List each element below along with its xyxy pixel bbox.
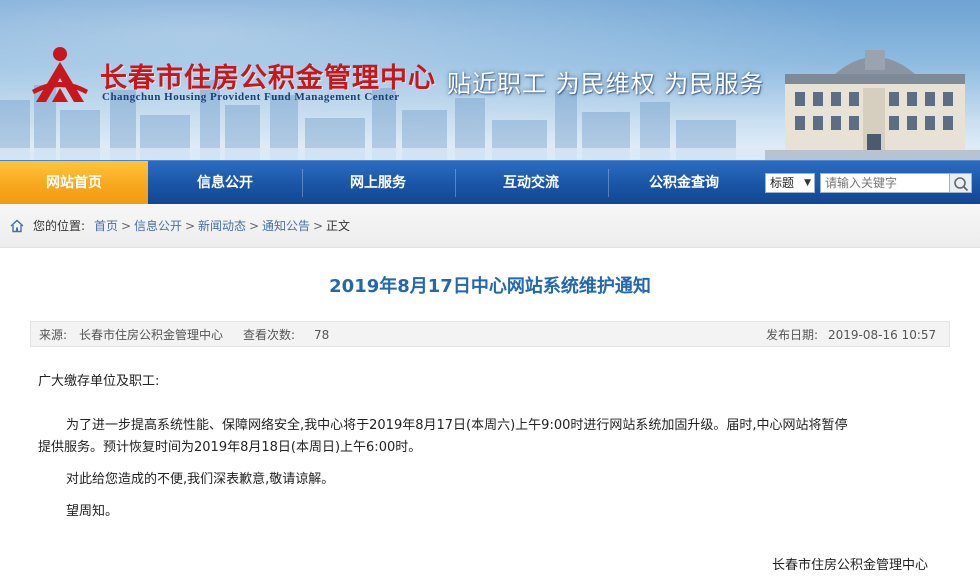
chevron-down-icon: ▼: [804, 178, 811, 188]
source-value: 长春市住房公积金管理中心: [79, 328, 224, 342]
paragraph-1-line-1: 为了进一步提高系统性能、保障网络安全,我中心将于2019年8月17日(本周六)上…: [66, 418, 848, 433]
site-banner: 长春市住房公积金管理中心 Changchun Housing Provident…: [0, 0, 980, 160]
views-count: 78: [314, 328, 330, 342]
breadcrumb-current: 正文: [326, 219, 351, 233]
salutation: 广大缴存单位及职工:: [38, 374, 160, 389]
nav-item-info-disclosure[interactable]: 信息公开: [150, 161, 300, 205]
site-slogan: 贴近职工 为民维权 为民服务: [447, 70, 765, 98]
breadcrumb-link-notices[interactable]: 通知公告: [262, 204, 310, 248]
publish-date-label: 发布日期:: [766, 328, 819, 342]
paragraph-2: 对此给您造成的不便,我们深表歉意,敬请谅解。: [66, 472, 335, 487]
article-title: 2019年8月17日中心网站系统维护通知: [329, 276, 651, 297]
article-meta-bar: 来源: 长春市住房公积金管理中心 查看次数: 78 发布日期: 2019-08-…: [30, 321, 950, 347]
breadcrumb-separator: >: [313, 219, 324, 233]
site-subtitle: Changchun Housing Provident Fund Managem…: [102, 91, 400, 103]
search-scope-value: 标题: [770, 176, 795, 190]
views-label: 查看次数:: [243, 328, 296, 342]
site-title: 长春市住房公积金管理中心: [100, 63, 436, 94]
source-label: 来源:: [39, 328, 68, 342]
paragraph-3: 望周知。: [66, 504, 119, 519]
breadcrumb-link-home[interactable]: 首页: [94, 204, 118, 248]
search-scope-select[interactable]: 标题 ▼: [765, 173, 815, 193]
breadcrumb-link-news[interactable]: 新闻动态: [198, 204, 246, 248]
publish-date-value: 2019-08-16 10:57: [828, 328, 937, 342]
home-icon: [10, 219, 24, 233]
article-signature: 长春市住房公积金管理中心: [772, 558, 929, 573]
nav-item-online-services[interactable]: 网上服务: [303, 161, 453, 205]
nav-item-fund-query[interactable]: 公积金查询: [609, 161, 759, 205]
search-input[interactable]: 请输入关键字: [820, 173, 950, 193]
search-button[interactable]: [950, 173, 972, 193]
breadcrumb-link-info-disclosure[interactable]: 信息公开: [134, 204, 182, 248]
nav-item-interaction[interactable]: 互动交流: [456, 161, 606, 205]
breadcrumb: 您的位置: 首页 > 信息公开 > 新闻动态 > 通知公告 > 正文: [0, 204, 980, 248]
breadcrumb-separator: >: [121, 219, 132, 233]
provident-fund-emblem-icon: [32, 47, 88, 102]
paragraph-1-line-2: 提供服务。预计恢复时间为2019年8月18日(本周日)上午6:00时。: [38, 440, 422, 455]
magnifier-icon: [954, 177, 969, 192]
main-navigation: 网站首页 信息公开 网上服务 互动交流 公积金查询 标题 ▼ 请输入关键字: [0, 160, 980, 205]
breadcrumb-separator: >: [249, 219, 260, 233]
nav-item-home[interactable]: 网站首页: [0, 161, 148, 205]
breadcrumb-separator: >: [185, 219, 196, 233]
breadcrumb-label: 您的位置:: [33, 219, 86, 233]
headquarters-building-image: [765, 50, 980, 160]
